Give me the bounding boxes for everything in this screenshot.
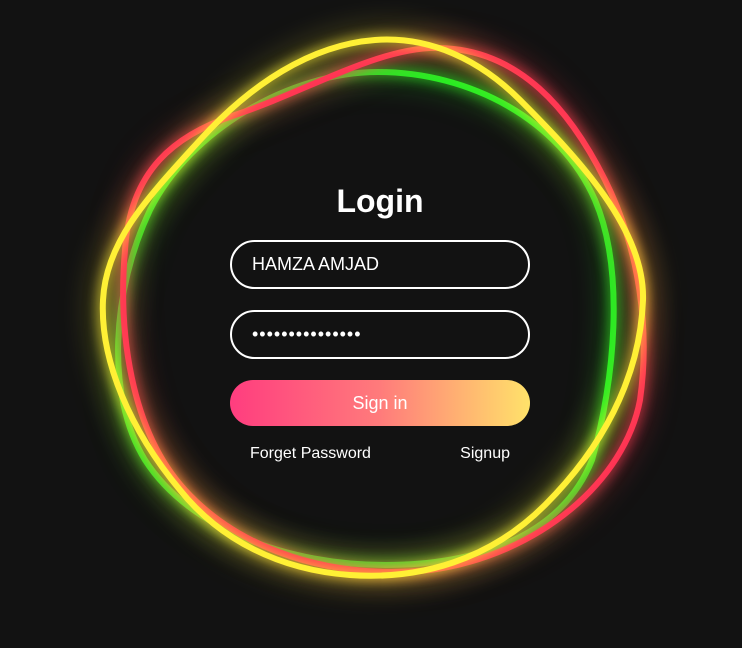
page-title: Login <box>336 183 424 219</box>
login-form: Login Sign in Forget Password Signup <box>230 178 530 463</box>
forget-password-link[interactable]: Forget Password <box>250 445 371 463</box>
username-input[interactable] <box>230 240 530 289</box>
password-input[interactable] <box>230 310 530 359</box>
signup-link[interactable]: Signup <box>460 445 510 463</box>
login-page: Login Sign in Forget Password Signup <box>0 0 742 648</box>
sign-in-button[interactable]: Sign in <box>230 380 530 426</box>
form-links: Forget Password Signup <box>230 445 530 463</box>
